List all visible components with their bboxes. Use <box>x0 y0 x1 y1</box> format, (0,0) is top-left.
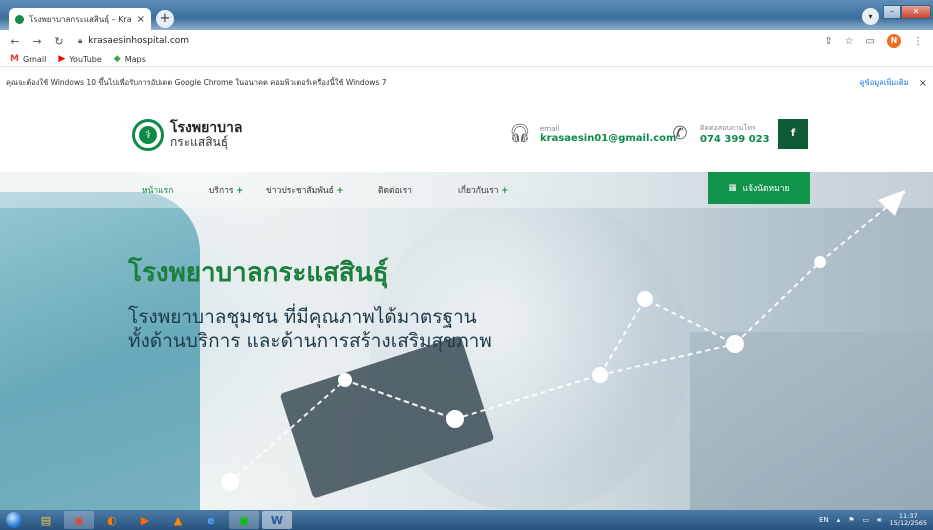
profile-avatar[interactable]: N <box>887 34 901 48</box>
nav-label: ติดต่อเรา <box>378 186 412 196</box>
facebook-icon: f <box>790 128 796 139</box>
windows-taskbar: ▤ ◉ ◐ ▶ ▲ e ▣ W EN ▴ ⚑ ▭ 🔊︎ 11:37 15/12/… <box>0 510 933 530</box>
tray-expand-icon[interactable]: ▴ <box>837 516 841 524</box>
windows-orb-icon <box>6 512 22 528</box>
appointment-label: แจ้งนัดหมาย <box>742 184 790 194</box>
appointment-button[interactable]: ▦ แจ้งนัดหมาย <box>708 172 810 204</box>
tab-search-chevron-icon[interactable]: ▾ <box>862 8 879 25</box>
phone-icon: ✆ <box>672 123 688 144</box>
network-icon[interactable]: ▭ <box>862 516 869 524</box>
logo-line1: โรงพยาบาล <box>170 120 243 137</box>
gmail-icon: M <box>10 54 19 64</box>
phone-label: ติดต่อสอบถามโทร <box>700 124 756 132</box>
url-text[interactable]: krasaesinhospital.com <box>88 36 189 46</box>
nav-services[interactable]: บริการ + <box>209 183 243 197</box>
site-logo[interactable]: ⚕ โรงพยาบาล กระแสสินธุ์ <box>132 119 243 151</box>
taskbar-line-icon[interactable]: ▣ <box>229 511 259 529</box>
taskbar-vlc-icon[interactable]: ▲ <box>163 511 193 529</box>
side-panel-icon[interactable]: ▭ <box>866 36 875 47</box>
nav-news[interactable]: ข่าวประชาสัมพันธ์ + <box>266 183 344 197</box>
contact-email: 🎧︎ email krasaesin01@gmail.com <box>508 122 677 146</box>
action-center-flag-icon[interactable]: ⚑ <box>848 516 854 524</box>
forward-arrow-icon[interactable]: → <box>30 35 44 48</box>
nav-label: หน้าแรก <box>142 186 174 196</box>
nav-plus-icon: + <box>336 186 344 196</box>
tab-close-icon[interactable]: × <box>137 14 145 25</box>
taskbar-media-icon[interactable]: ▶ <box>130 511 160 529</box>
language-indicator[interactable]: EN <box>819 516 829 524</box>
bookmark-gmail[interactable]: M Gmail <box>10 54 46 64</box>
site-favicon-icon <box>15 14 24 24</box>
chrome-update-infobar: คุณจะต้องใช้ Windows 10 ขึ้นไปเพื่อรับกา… <box>0 75 933 91</box>
hero-title: โรงพยาบาลกระแสสินธุ์ <box>128 258 389 288</box>
close-window-icon[interactable]: ✕ <box>901 5 931 19</box>
facebook-button[interactable]: f <box>778 119 808 149</box>
clock-date: 15/12/2565 <box>889 519 927 527</box>
nav-home[interactable]: หน้าแรก <box>142 183 173 197</box>
browser-tabstrip: โรงพยาบาลกระแสสินธุ์ – Krasaesi × + ▾ – … <box>0 0 933 30</box>
calendar-icon: ▦ <box>728 183 737 193</box>
taskbar-clock[interactable]: 11:37 15/12/2565 <box>889 512 927 527</box>
share-icon[interactable]: ⇪ <box>824 36 832 47</box>
start-button[interactable] <box>0 510 28 530</box>
bookmark-label: Maps <box>124 54 146 64</box>
contact-phone: ✆ ติดต่อสอบถามโทร 074 399 023 <box>668 122 770 146</box>
new-tab-button[interactable]: + <box>156 10 174 28</box>
email-label: email <box>540 124 560 133</box>
bookmark-maps[interactable]: ◆ Maps <box>114 54 146 64</box>
phone-value[interactable]: 074 399 023 <box>700 134 770 145</box>
nav-plus-icon: + <box>501 186 509 196</box>
bookmark-star-icon[interactable]: ☆ <box>845 36 854 47</box>
minimize-icon[interactable]: – <box>883 5 901 19</box>
taskbar-firefox-icon[interactable]: ◐ <box>97 511 127 529</box>
system-tray: EN ▴ ⚑ ▭ 🔊︎ 11:37 15/12/2565 <box>819 512 927 527</box>
window-controls: – ✕ <box>883 5 931 19</box>
youtube-icon: ▶ <box>58 54 66 64</box>
omnibox[interactable]: 🔒︎ krasaesinhospital.com <box>78 36 824 46</box>
nav-label: เกี่ยวกับเรา <box>458 186 499 196</box>
bookmark-label: Gmail <box>22 54 47 64</box>
address-bar: ← → ↻ 🔒︎ krasaesinhospital.com ⇪ ☆ ▭ N ⋮ <box>0 30 933 52</box>
tab-title: โรงพยาบาลกระแสสินธุ์ – Krasaesi <box>29 14 132 24</box>
nav-about[interactable]: เกี่ยวกับเรา + <box>458 183 508 197</box>
nav-plus-icon: + <box>236 186 244 196</box>
bookmark-youtube[interactable]: ▶ YouTube <box>58 54 101 64</box>
back-arrow-icon[interactable]: ← <box>8 35 22 48</box>
bookmarks-bar: M Gmail ▶ YouTube ◆ Maps <box>0 52 933 67</box>
infobar-learn-more-link[interactable]: ดูข้อมูลเพิ่มเติม <box>860 77 909 89</box>
nav-label: ข่าวประชาสัมพันธ์ <box>266 186 334 196</box>
email-value[interactable]: krasaesin01@gmail.com <box>540 133 676 144</box>
logo-line2: กระแสสินธุ์ <box>170 135 229 150</box>
taskbar-chrome-icon[interactable]: ◉ <box>64 511 94 529</box>
infobar-close-icon[interactable]: × <box>919 78 927 89</box>
browser-tab-active[interactable]: โรงพยาบาลกระแสสินธุ์ – Krasaesi × <box>9 8 151 30</box>
hospital-emblem-icon: ⚕ <box>132 119 164 151</box>
nav-contact[interactable]: ติดต่อเรา <box>378 183 412 197</box>
headset-icon: 🎧︎ <box>508 123 532 144</box>
site-header: ⚕ โรงพยาบาล กระแสสินธุ์ 🎧︎ email krasaes… <box>0 100 933 172</box>
maps-icon: ◆ <box>113 54 121 64</box>
bookmark-label: YouTube <box>69 54 102 64</box>
nav-label: บริการ <box>209 186 234 196</box>
taskbar-explorer-icon[interactable]: ▤ <box>31 511 61 529</box>
reload-icon[interactable]: ↻ <box>52 35 66 48</box>
volume-icon[interactable]: 🔊︎ <box>877 516 881 525</box>
lock-icon[interactable]: 🔒︎ <box>78 36 82 46</box>
infobar-message: คุณจะต้องใช้ Windows 10 ขึ้นไปเพื่อรับกา… <box>6 78 387 87</box>
menu-kebab-icon[interactable]: ⋮ <box>913 36 923 47</box>
taskbar-ie-icon[interactable]: e <box>196 511 226 529</box>
taskbar-word-icon[interactable]: W <box>262 511 292 529</box>
hero-subtitle-2: ทั้งด้านบริการ และด้านการสร้างเสริมสุขภา… <box>128 330 492 352</box>
